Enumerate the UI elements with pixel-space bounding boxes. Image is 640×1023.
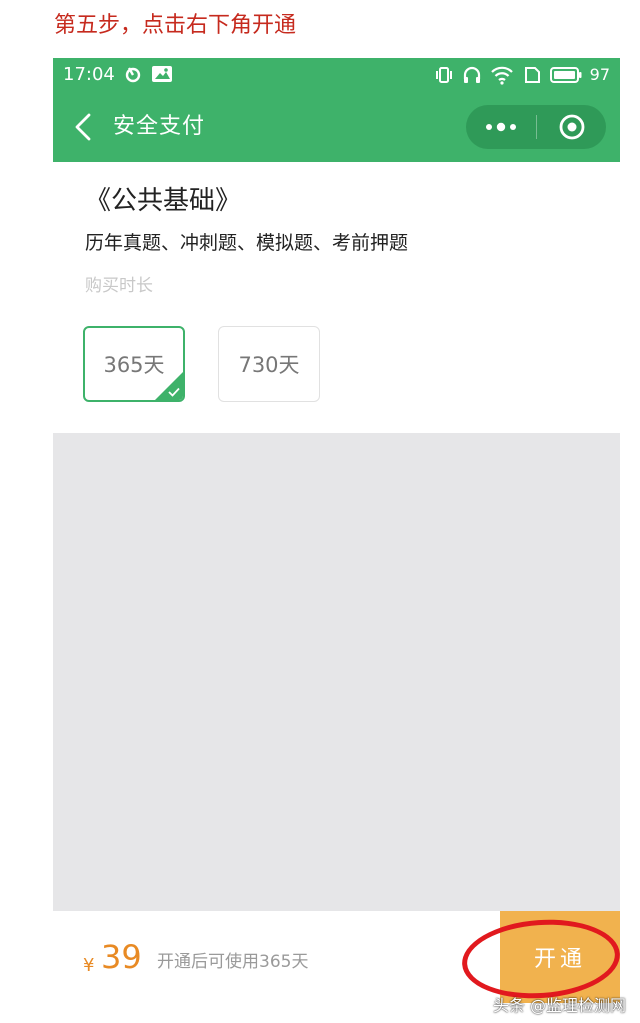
price-currency: ¥ — [83, 955, 95, 976]
image-notification-icon — [152, 66, 172, 82]
close-target-icon — [559, 114, 584, 140]
back-icon[interactable] — [71, 112, 97, 142]
phone-screen: 17:04 97 安全支付 《公共基础》 历年真题、冲刺题、模拟题、考前押题 购… — [53, 58, 620, 1003]
page-title: 安全支付 — [113, 114, 206, 139]
mini-program-capsule — [466, 105, 606, 149]
notification-app-icon — [125, 67, 141, 83]
navigation-bar: 安全支付 — [53, 92, 620, 162]
status-time: 17:04 — [63, 64, 115, 85]
sim-card-icon — [524, 67, 540, 83]
checkmark-icon — [168, 387, 180, 397]
more-dots-icon — [486, 122, 516, 132]
battery-level: 97 — [589, 65, 610, 84]
duration-label: 购买时长 — [85, 276, 153, 296]
instruction-caption: 第五步，点击右下角开通 — [54, 13, 297, 38]
duration-option-365[interactable]: 365天 — [83, 326, 185, 402]
more-button[interactable] — [466, 105, 536, 149]
battery-icon — [549, 67, 582, 83]
price-note: 开通后可使用365天 — [157, 952, 309, 972]
status-bar: 17:04 97 — [53, 58, 620, 92]
duration-option-label: 730天 — [238, 353, 300, 377]
headphones-icon — [463, 66, 480, 83]
wifi-icon — [490, 66, 513, 85]
close-button[interactable] — [537, 105, 606, 149]
content-area — [53, 433, 620, 911]
vibrate-icon — [435, 67, 452, 83]
duration-option-730[interactable]: 730天 — [218, 326, 320, 402]
product-name: 《公共基础》 — [85, 186, 242, 216]
product-description: 历年真题、冲刺题、模拟题、考前押题 — [85, 232, 409, 254]
price-amount: 39 — [101, 938, 142, 976]
watermark: 头条 @监理检测网 — [492, 996, 626, 1015]
